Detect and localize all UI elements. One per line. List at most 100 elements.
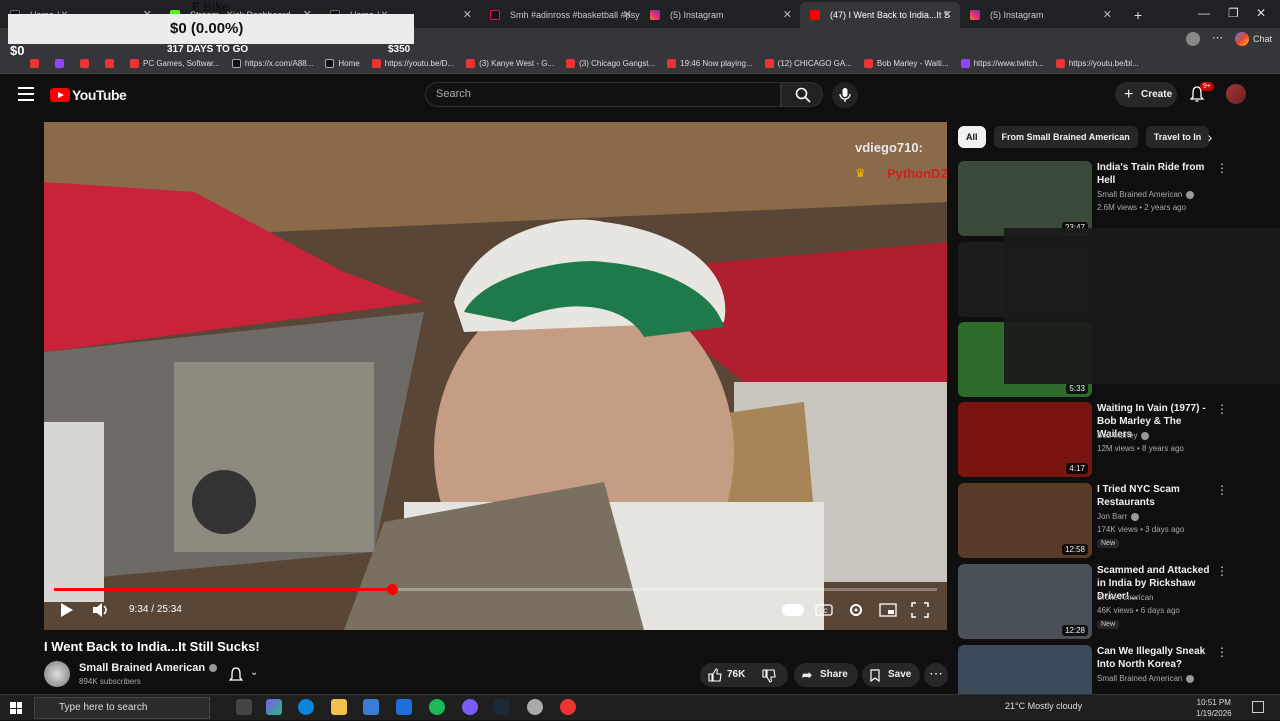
recommendation-channel[interactable]: Small Brained American — [1097, 190, 1195, 199]
edge-icon[interactable] — [298, 699, 314, 715]
play-icon[interactable] — [58, 602, 76, 618]
close-tab-icon[interactable]: ✕ — [783, 2, 792, 28]
browser-tab[interactable]: (47) I Went Back to India...It S ✕ — [800, 2, 960, 28]
bookmark-item[interactable]: https://youtu.be/bl... — [1055, 59, 1139, 68]
system-clock[interactable]: 10:51 PM 1/19/2026 — [1196, 697, 1232, 719]
spotify-icon[interactable] — [429, 699, 445, 715]
voice-search-button[interactable] — [832, 82, 858, 108]
minimize-icon[interactable]: — — [1198, 6, 1210, 20]
bookmark-item[interactable]: (12) CHICAGO GA... — [764, 59, 852, 68]
filter-chip[interactable]: All — [958, 126, 986, 148]
more-menu-icon[interactable]: ⋯ — [1212, 31, 1223, 44]
browser-tab[interactable]: Smh #adinross #basketball #psyc ✕ — [480, 2, 640, 28]
maximize-icon[interactable]: ❐ — [1228, 6, 1239, 20]
windows-start-icon[interactable] — [10, 702, 22, 714]
more-actions-button[interactable]: ⋯ — [924, 663, 948, 687]
subscription-bell-button[interactable]: ⌄ — [220, 664, 272, 686]
task-view-icon[interactable] — [236, 699, 252, 715]
bookmark-item[interactable]: Bob Marley - Waiti... — [863, 59, 949, 68]
recommendation-channel[interactable]: Bob Marley — [1097, 431, 1150, 440]
app-icon[interactable] — [527, 699, 543, 715]
close-tab-icon[interactable]: ✕ — [463, 2, 472, 28]
chevron-right-icon[interactable]: › — [1200, 128, 1220, 148]
autoplay-toggle[interactable] — [782, 604, 804, 616]
dislike-icon[interactable] — [762, 669, 776, 683]
more-vert-icon[interactable]: ⋮ — [1216, 645, 1228, 659]
like-icon[interactable] — [708, 668, 722, 682]
bookmark-item[interactable]: https://youtu.be/D... — [371, 59, 455, 68]
store-icon[interactable] — [363, 699, 379, 715]
miniplayer-icon[interactable] — [879, 602, 897, 618]
close-tab-icon[interactable]: ✕ — [1103, 2, 1112, 28]
bookmark-item[interactable]: (3) Chicago Gangst... — [566, 59, 655, 68]
bookmark-item[interactable]: https://x.com/A88... — [231, 59, 313, 68]
save-button[interactable]: Save — [862, 663, 920, 687]
video-progress-bar[interactable] — [54, 584, 937, 595]
bookmark-item[interactable] — [55, 59, 68, 68]
new-tab-button[interactable]: + — [1134, 2, 1142, 28]
more-vert-icon[interactable]: ⋮ — [1216, 161, 1228, 175]
bookmark-item[interactable]: Home — [325, 59, 360, 68]
video-thumbnail[interactable]: 12:58 — [958, 483, 1092, 558]
video-thumbnail[interactable]: 23:47 — [958, 161, 1092, 236]
fullscreen-icon[interactable] — [911, 602, 929, 618]
recommendation-channel[interactable]: Broke American — [1097, 593, 1153, 602]
weather-widget[interactable]: 21°C Mostly cloudy — [1005, 701, 1082, 711]
bookmark-item[interactable] — [105, 59, 118, 68]
video-thumbnail[interactable]: 12:28 — [958, 564, 1092, 639]
profile-icon[interactable] — [1186, 32, 1200, 46]
search-icon — [795, 87, 811, 103]
volume-icon[interactable] — [92, 602, 110, 618]
filter-chip[interactable]: From Small Brained American — [993, 126, 1138, 148]
more-vert-icon[interactable]: ⋮ — [1216, 564, 1228, 578]
close-tab-icon[interactable]: ✕ — [623, 2, 632, 28]
browser-tab[interactable]: (5) Instagram ✕ — [640, 2, 800, 28]
microphone-icon — [839, 88, 851, 102]
mail-icon[interactable] — [396, 699, 412, 715]
close-tab-icon[interactable]: ✕ — [943, 2, 952, 28]
chrome-icon[interactable] — [560, 699, 576, 715]
bookmark-item[interactable]: https://www.twitch... — [960, 59, 1044, 68]
share-button[interactable]: ➦ Share — [794, 663, 858, 687]
file-explorer-icon[interactable] — [331, 699, 347, 715]
settings-gear-icon[interactable] — [847, 602, 865, 618]
more-vert-icon[interactable]: ⋮ — [1216, 483, 1228, 497]
search-input[interactable]: Search — [425, 82, 781, 107]
more-vert-icon[interactable]: ⋮ — [1216, 402, 1228, 416]
browser-tab[interactable]: (5) Instagram ✕ — [960, 2, 1120, 28]
youtube-header: YouTube Search Create 9+ — [0, 74, 1280, 116]
taskbar-search-input[interactable]: Type here to search — [34, 697, 210, 719]
bookmark-item[interactable]: 19:46 Now playing... — [667, 59, 753, 68]
steam-icon[interactable] — [494, 699, 510, 715]
bookmark-item[interactable]: (3) Kanye West - G... — [466, 59, 554, 68]
bookmark-item[interactable] — [80, 59, 93, 68]
chat-button[interactable]: Chat — [1253, 34, 1272, 44]
recommendation-item[interactable]: 4:17 Waiting In Vain (1977) - Bob Marley … — [958, 402, 1258, 478]
recommendation-channel[interactable]: Jon Barr — [1097, 512, 1140, 521]
bookmark-item[interactable] — [30, 59, 43, 68]
recommendation-item[interactable]: 23:47India's Train Ride from Hell Small B… — [958, 161, 1258, 237]
recommendation-item[interactable]: 12:28 Scammed and Attacked in India by Ri… — [958, 564, 1258, 640]
recommendation-channel-text: Jon Barr — [1097, 512, 1128, 521]
video-thumbnail[interactable]: 4:17 — [958, 402, 1092, 477]
copilot-icon[interactable] — [1235, 32, 1249, 46]
video-player[interactable]: vdiego710: ♛ PythonDZN 9:34 / 25:34 CC — [44, 122, 947, 630]
twitch-icon — [960, 59, 970, 68]
create-button[interactable]: Create — [1115, 82, 1177, 107]
obs-icon[interactable] — [462, 699, 478, 715]
copilot-app-icon[interactable] — [266, 699, 282, 715]
channel-avatar[interactable] — [44, 661, 70, 687]
hamburger-menu-icon[interactable] — [18, 87, 34, 101]
youtube-logo[interactable]: YouTube — [50, 87, 127, 103]
search-button[interactable] — [781, 82, 823, 107]
channel-name[interactable]: Small Brained American — [79, 662, 218, 674]
recommendation-channel[interactable]: Small Brained American — [1097, 674, 1195, 683]
account-avatar[interactable] — [1226, 84, 1246, 104]
bookmark-label: Bob Marley - Waiti... — [876, 59, 949, 68]
notification-center-icon[interactable] — [1252, 701, 1264, 713]
closed-captions-icon[interactable]: CC — [815, 602, 833, 618]
close-window-icon[interactable]: ✕ — [1256, 6, 1266, 20]
bookmark-label: https://youtu.be/D... — [384, 59, 455, 68]
bookmark-item[interactable]: PC Games, Softwar... — [130, 59, 220, 68]
recommendation-item[interactable]: 12:58 I Tried NYC Scam Restaurants Jon Bar… — [958, 483, 1258, 559]
